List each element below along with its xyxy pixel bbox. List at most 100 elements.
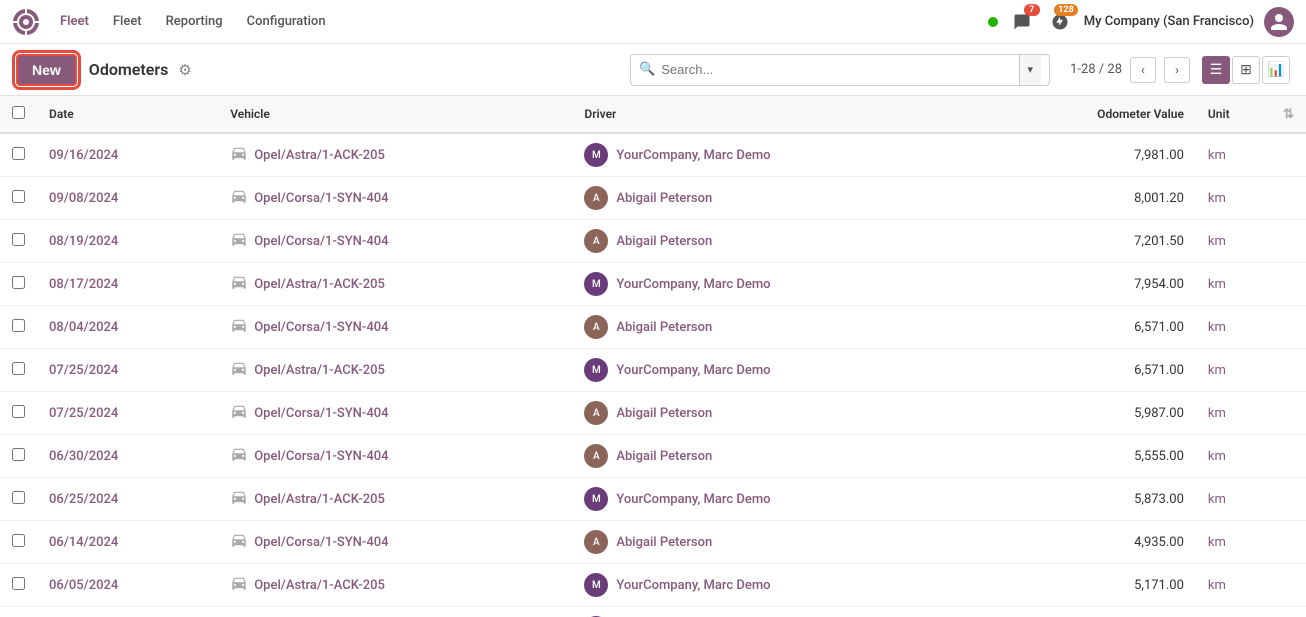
vehicle-name: Opel/Corsa/1-SYN-404	[254, 449, 388, 464]
table-row[interactable]: 08/17/2024 Opel/Astra/1-ACK-205MYourComp…	[0, 263, 1306, 306]
select-all-checkbox-header[interactable]	[0, 96, 37, 133]
vehicle-icon	[230, 316, 248, 338]
row-checkbox[interactable]	[12, 190, 25, 203]
cell-driver[interactable]: M YourCompany, Marc Demo	[572, 564, 980, 607]
activities-button[interactable]: 128	[1046, 8, 1074, 36]
cell-driver[interactable]: MYourCompany, Marc Demo	[572, 349, 980, 392]
cell-vehicle[interactable]: Opel/Astra/1-ACK-205	[218, 478, 572, 521]
table-row[interactable]: 06/30/2024 Opel/Corsa/1-SYN-404AAbigail …	[0, 435, 1306, 478]
table-row[interactable]: 09/08/2024 Opel/Corsa/1-SYN-404AAbigail …	[0, 177, 1306, 220]
search-input[interactable]	[661, 62, 1012, 77]
new-button[interactable]: New	[16, 54, 77, 86]
cell-date: 07/25/2024	[37, 349, 218, 392]
cell-driver[interactable]: A Abigail Peterson	[572, 435, 980, 478]
messages-button[interactable]: 7	[1008, 8, 1036, 36]
table-header-row: Date Vehicle Driver Odometer Value Unit …	[0, 96, 1306, 133]
vehicle-icon	[230, 187, 248, 209]
col-filter-icon[interactable]: ⇅	[1283, 107, 1294, 122]
table-row[interactable]: 06/14/2024 Opel/Corsa/1-SYN-404AAbigail …	[0, 521, 1306, 564]
col-date[interactable]: Date	[37, 96, 218, 133]
cell-unit: km	[1196, 177, 1306, 220]
select-all-checkbox[interactable]	[12, 106, 25, 119]
cell-driver[interactable]: AAbigail Peterson	[572, 521, 980, 564]
user-avatar[interactable]	[1264, 7, 1294, 37]
cell-vehicle[interactable]: Opel/Astra/1-ACK-205	[218, 564, 572, 607]
driver-avatar: A	[584, 444, 608, 468]
row-checkbox[interactable]	[12, 491, 25, 504]
cell-odometer-value: 4,935.00	[981, 521, 1196, 564]
cell-vehicle[interactable]: Opel/Corsa/1-SYN-404	[218, 306, 572, 349]
driver-avatar: M	[584, 573, 608, 597]
cell-vehicle[interactable]: Opel/Corsa/1-SYN-404	[218, 177, 572, 220]
driver-avatar: A	[584, 229, 608, 253]
vehicle-name: Opel/Corsa/1-SYN-404	[254, 406, 388, 421]
col-driver[interactable]: Driver	[572, 96, 980, 133]
cell-unit: km	[1196, 435, 1306, 478]
driver-avatar: A	[584, 315, 608, 339]
table-row[interactable]: 06/05/2024 Opel/Astra/1-ACK-205MYourComp…	[0, 564, 1306, 607]
row-checkbox[interactable]	[12, 233, 25, 246]
table-row[interactable]: 09/16/2024 Opel/Astra/1-ACK-205MYourComp…	[0, 133, 1306, 177]
driver-avatar: M	[584, 487, 608, 511]
cell-vehicle[interactable]: Opel/Astra/1-ACK-205	[218, 607, 572, 617]
driver-name: YourCompany, Marc Demo	[616, 578, 770, 593]
cell-vehicle[interactable]: Opel/Corsa/1-SYN-404	[218, 392, 572, 435]
vehicle-icon	[230, 273, 248, 295]
table-row[interactable]: 08/19/2024 Opel/Corsa/1-SYN-404AAbigail …	[0, 220, 1306, 263]
row-checkbox[interactable]	[12, 577, 25, 590]
nav-reporting[interactable]: Reporting	[156, 8, 233, 35]
cell-vehicle[interactable]: Opel/Astra/1-ACK-205	[218, 133, 572, 177]
search-dropdown-button[interactable]: ▾	[1019, 55, 1042, 85]
kanban-view-button[interactable]: ⊞	[1232, 56, 1260, 84]
cell-vehicle[interactable]: Opel/Corsa/1-SYN-404	[218, 435, 572, 478]
list-view-button[interactable]: ☰	[1202, 56, 1230, 84]
cell-driver[interactable]: A Abigail Peterson	[572, 306, 980, 349]
row-checkbox[interactable]	[12, 448, 25, 461]
nav-fleet-1[interactable]: Fleet	[50, 8, 99, 35]
table-row[interactable]: 05/21/2024 Opel/Astra/1-ACK-205MYourComp…	[0, 607, 1306, 617]
cell-vehicle[interactable]: Opel/Corsa/1-SYN-404	[218, 220, 572, 263]
company-selector[interactable]: My Company (San Francisco)	[1084, 14, 1254, 29]
col-odometer-value[interactable]: Odometer Value	[981, 96, 1196, 133]
cell-date: 06/25/2024	[37, 478, 218, 521]
cell-vehicle[interactable]: Opel/Corsa/1-SYN-404	[218, 521, 572, 564]
cell-driver[interactable]: MYourCompany, Marc Demo	[572, 133, 980, 177]
row-checkbox[interactable]	[12, 534, 25, 547]
activities-badge: 128	[1054, 4, 1078, 16]
row-checkbox[interactable]	[12, 319, 25, 332]
row-checkbox[interactable]	[12, 362, 25, 375]
graph-view-button[interactable]: 📊	[1262, 56, 1290, 84]
table-row[interactable]: 07/25/2024 Opel/Astra/1-ACK-205MYourComp…	[0, 349, 1306, 392]
row-checkbox[interactable]	[12, 276, 25, 289]
cell-driver[interactable]: AAbigail Peterson	[572, 177, 980, 220]
vehicle-name: Opel/Corsa/1-SYN-404	[254, 535, 388, 550]
driver-name: Abigail Peterson	[616, 449, 712, 464]
cell-vehicle[interactable]: Opel/Astra/1-ACK-205	[218, 263, 572, 306]
col-unit[interactable]: Unit ⇅	[1196, 96, 1306, 133]
nav-configuration[interactable]: Configuration	[237, 8, 336, 35]
driver-avatar: A	[584, 530, 608, 554]
cell-driver[interactable]: AAbigail Peterson	[572, 392, 980, 435]
cell-date: 09/16/2024	[37, 133, 218, 177]
driver-name: Abigail Peterson	[616, 320, 712, 335]
col-vehicle[interactable]: Vehicle	[218, 96, 572, 133]
cell-date: 05/21/2024	[37, 607, 218, 617]
cell-driver[interactable]: MYourCompany, Marc Demo	[572, 607, 980, 617]
row-checkbox[interactable]	[12, 405, 25, 418]
cell-driver[interactable]: MYourCompany, Marc Demo	[572, 263, 980, 306]
vehicle-icon	[230, 531, 248, 553]
table-row[interactable]: 08/04/2024 Opel/Corsa/1-SYN-404AAbigail …	[0, 306, 1306, 349]
table-row[interactable]: 06/25/2024 Opel/Astra/1-ACK-205MYourComp…	[0, 478, 1306, 521]
settings-icon[interactable]: ⚙	[178, 61, 191, 79]
cell-driver[interactable]: AAbigail Peterson	[572, 220, 980, 263]
app-logo[interactable]	[12, 8, 40, 36]
row-checkbox[interactable]	[12, 147, 25, 160]
prev-page-button[interactable]: ‹	[1130, 57, 1156, 83]
next-page-button[interactable]: ›	[1164, 57, 1190, 83]
cell-vehicle[interactable]: Opel/Astra/1-ACK-205	[218, 349, 572, 392]
cell-driver[interactable]: MYourCompany, Marc Demo	[572, 478, 980, 521]
top-navigation: Fleet Fleet Reporting Configuration 7 12…	[0, 0, 1306, 44]
nav-fleet-2[interactable]: Fleet	[103, 8, 152, 35]
toolbar: New Odometers ⚙ 🔍 ▾ 1-28 / 28 ‹ › ☰ ⊞ 📊	[0, 44, 1306, 96]
table-row[interactable]: 07/25/2024 Opel/Corsa/1-SYN-404AAbigail …	[0, 392, 1306, 435]
